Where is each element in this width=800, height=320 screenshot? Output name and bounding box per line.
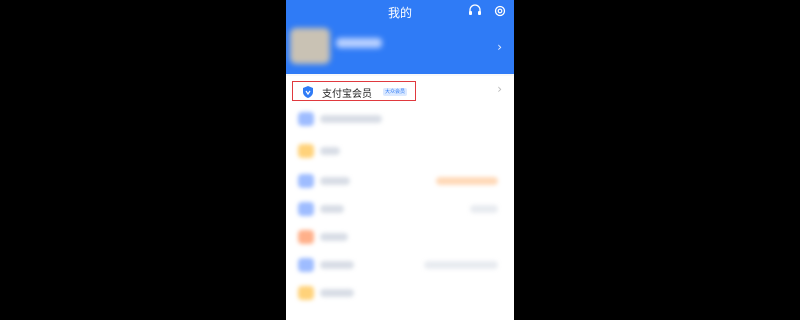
list-item[interactable] [286,224,514,250]
chevron-right-icon: › [497,40,502,54]
headset-icon[interactable] [468,3,482,17]
list-item[interactable] [286,168,514,194]
list-item[interactable] [286,196,514,222]
item-icon [298,202,314,216]
gear-icon[interactable] [493,3,507,17]
profile-name-blurred [336,38,382,48]
header: 我的 › [286,0,514,74]
phone-screen: 我的 › 支付宝会员 大众会员 › [286,0,514,320]
member-label: 支付宝会员 [322,89,372,100]
list-item[interactable] [286,106,514,132]
item-icon [298,174,314,188]
avatar [290,28,330,64]
chevron-right-icon: › [497,82,502,96]
member-level-badge: 大众会员 [383,88,408,96]
item-icon [298,230,314,244]
list-item[interactable] [286,252,514,278]
item-icon [298,144,314,158]
menu-list: 支付宝会员 大众会员 › [286,76,514,320]
profile-row[interactable]: › [286,22,514,70]
list-item[interactable] [286,138,514,164]
item-icon [298,286,314,300]
member-row[interactable]: 支付宝会员 大众会员 [292,81,416,101]
item-icon [298,112,314,126]
list-item[interactable] [286,280,514,306]
item-icon [298,258,314,272]
member-shield-icon [301,84,315,103]
